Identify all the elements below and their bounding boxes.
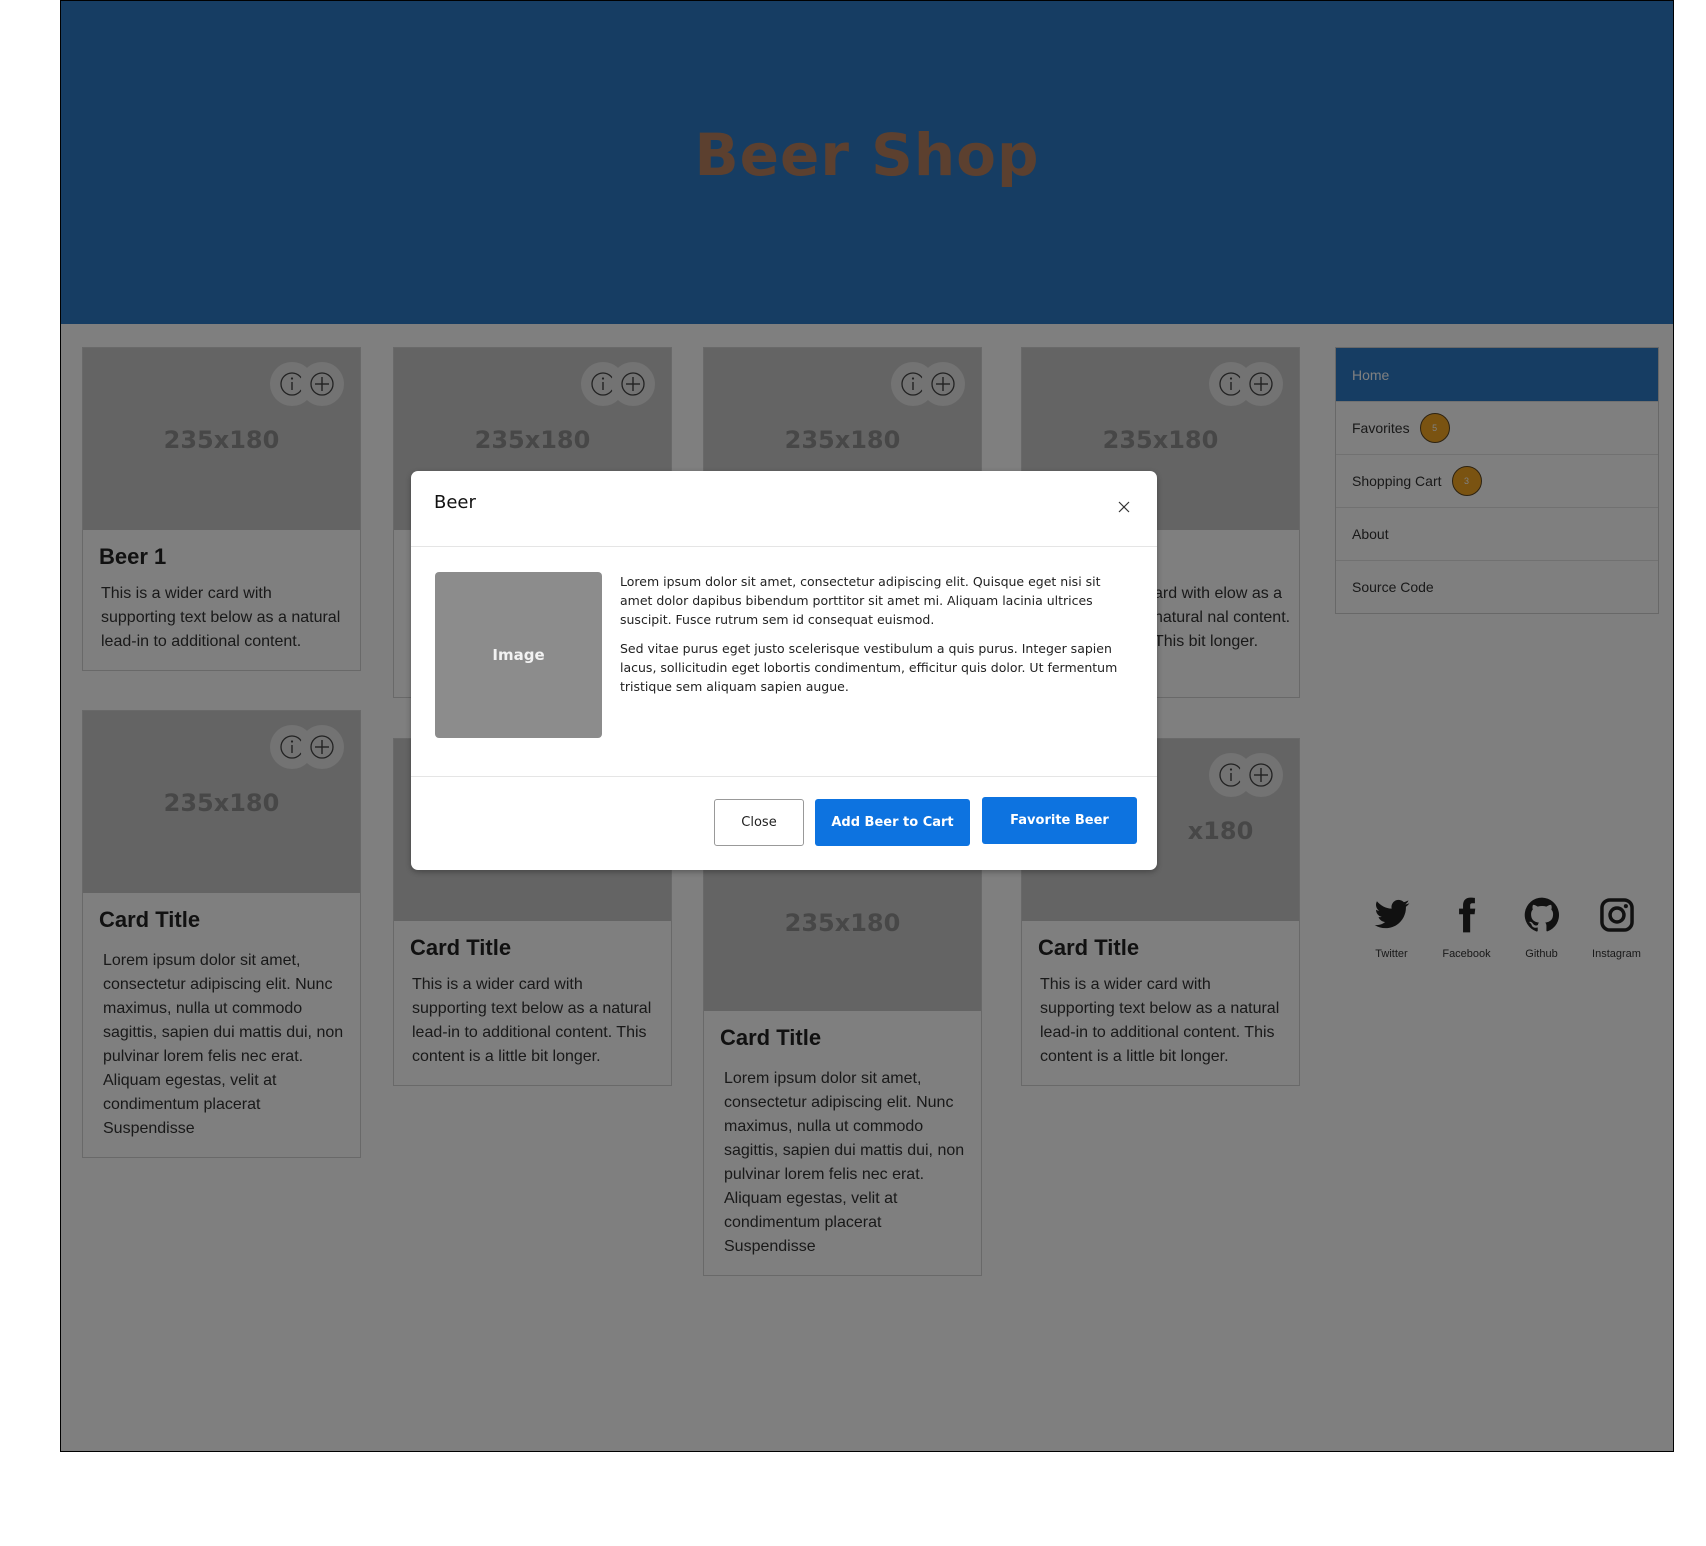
modal-header: Beer: [411, 471, 1157, 547]
add-to-cart-button[interactable]: Add Beer to Cart: [815, 799, 970, 846]
beer-image-placeholder: Image: [435, 572, 602, 738]
close-button[interactable]: Close: [714, 799, 804, 846]
close-icon: [1118, 501, 1130, 513]
modal-paragraph: Lorem ipsum dolor sit amet, consectetur …: [620, 574, 1101, 627]
favorite-beer-button[interactable]: Favorite Beer: [982, 797, 1137, 844]
modal-paragraph: Sed vitae purus eget justo scelerisque v…: [620, 641, 1118, 694]
modal-footer: Close Add Beer to Cart Favorite Beer: [411, 777, 1157, 869]
modal-title: Beer: [434, 492, 476, 513]
modal-description: Lorem ipsum dolor sit amet, consectetur …: [620, 572, 1127, 706]
modal-close-x-button[interactable]: [1113, 496, 1135, 518]
modal-body: Image Lorem ipsum dolor sit amet, consec…: [411, 547, 1157, 777]
image-label: Image: [492, 646, 545, 664]
app-window: Beer Shop 235x180 Beer 1 This is a wider…: [60, 0, 1674, 1452]
beer-modal: Beer Image Lorem ipsum dolor sit amet, c…: [411, 471, 1157, 870]
